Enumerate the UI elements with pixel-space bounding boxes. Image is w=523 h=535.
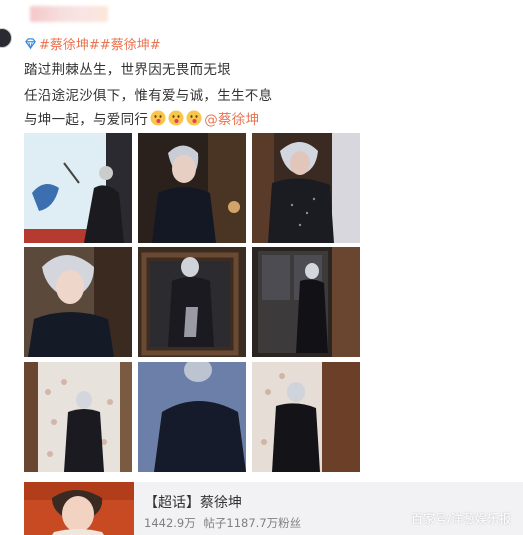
post-text-line-3-text: 与坤一起，与爱同行	[24, 112, 149, 128]
post-text-line-1: 踏过荆棘丛生，世界因无畏而无垠	[24, 62, 231, 78]
source-watermark: 百家号/洋葱娱乐报	[410, 512, 511, 526]
topic-link-1[interactable]: #蔡徐坤#	[39, 34, 100, 53]
topic-link-2[interactable]: #蔡徐坤#	[100, 34, 161, 53]
card-read-count: 1442.9万	[144, 516, 196, 530]
kiss-face-emoji-icon	[168, 110, 184, 126]
blurred-username[interactable]	[30, 6, 108, 22]
card-thumbnail	[24, 482, 134, 535]
card-stats: 1442.9万 帖子1187.7万粉丝	[144, 515, 301, 531]
topic-diamond-icon	[25, 38, 36, 50]
photo-1[interactable]	[24, 133, 132, 243]
photo-4[interactable]	[24, 247, 132, 357]
super-topic-card[interactable]: 【超话】蔡徐坤 1442.9万 帖子1187.7万粉丝 百家号/洋葱娱乐报	[24, 482, 523, 535]
photo-grid	[24, 133, 362, 472]
card-title: 【超话】蔡徐坤	[144, 495, 242, 511]
photo-5[interactable]	[138, 247, 246, 357]
kiss-face-emoji-icon	[150, 110, 166, 126]
post-text-line-3: 与坤一起，与爱同行 @蔡徐坤	[24, 108, 259, 128]
photo-3[interactable]	[252, 133, 360, 243]
photo-2[interactable]	[138, 133, 246, 243]
avatar[interactable]	[0, 28, 12, 48]
photo-8[interactable]	[138, 362, 246, 472]
mention-link[interactable]: @蔡徐坤	[204, 108, 259, 128]
card-post-fans-count: 帖子1187.7万粉丝	[203, 516, 302, 530]
topic-row: #蔡徐坤# #蔡徐坤#	[24, 34, 161, 53]
photo-6[interactable]	[252, 247, 360, 357]
photo-7[interactable]	[24, 362, 132, 472]
kiss-face-emoji-icon	[186, 110, 202, 126]
post-text-line-2: 任沿途泥沙俱下，惟有爱与诚，生生不息	[24, 88, 273, 104]
photo-9[interactable]	[252, 362, 360, 472]
